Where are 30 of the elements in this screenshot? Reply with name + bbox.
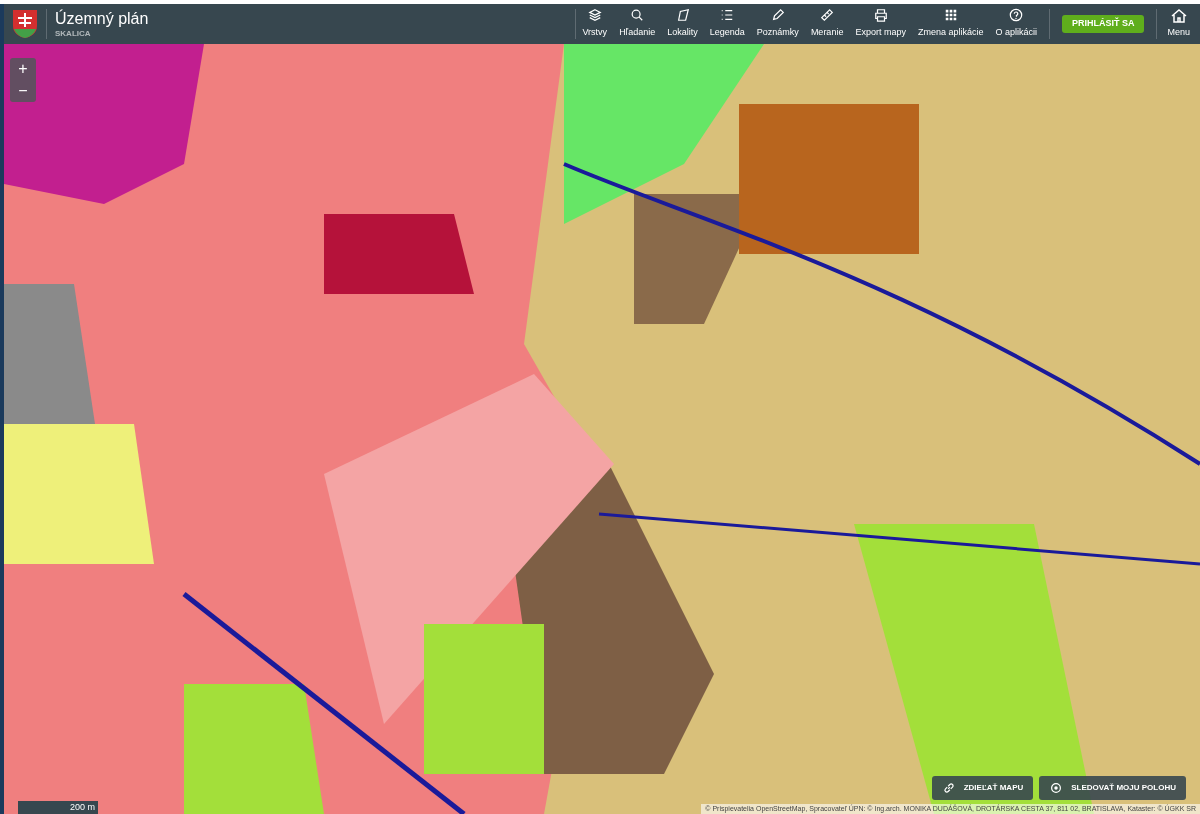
help-icon bbox=[1009, 8, 1024, 23]
toolbar-button[interactable]: Vrstvy bbox=[576, 4, 614, 44]
map-action-button[interactable]: ZDIEĽAŤ MAPU bbox=[931, 776, 1034, 800]
toolbar-button[interactable]: Legenda bbox=[703, 4, 751, 44]
zoom-in-button[interactable]: + bbox=[10, 58, 36, 80]
toolbar-button[interactable]: Export mapy bbox=[849, 4, 912, 44]
app-subtitle: SKALICA bbox=[55, 29, 92, 39]
toolbar-button[interactable]: Meranie bbox=[804, 4, 850, 44]
toolbar-button[interactable]: Zmena aplikácie bbox=[911, 4, 990, 44]
toolbar-button[interactable]: O aplikácii bbox=[989, 4, 1043, 44]
polygon-icon bbox=[675, 8, 690, 23]
layers-icon bbox=[587, 8, 602, 23]
link-icon bbox=[941, 781, 956, 795]
ruler-icon bbox=[820, 8, 835, 23]
printer-icon bbox=[873, 8, 888, 23]
list-icon bbox=[720, 8, 735, 23]
map-action-button[interactable]: SLEDOVAŤ MOJU POLOHU bbox=[1039, 776, 1186, 800]
home-icon bbox=[1170, 8, 1187, 23]
location-target-icon bbox=[1049, 781, 1064, 795]
coat-of-arms-icon bbox=[12, 9, 38, 39]
toolbar-button[interactable]: Lokality bbox=[661, 4, 704, 44]
grid-icon bbox=[943, 8, 958, 23]
menu-button[interactable]: Menu bbox=[1163, 8, 1194, 40]
search-icon bbox=[630, 8, 645, 23]
toolbar-button[interactable]: Poznámky bbox=[750, 4, 805, 44]
toolbar-button[interactable]: Hľadanie bbox=[613, 4, 662, 44]
scale-bar: 200 m bbox=[18, 801, 98, 814]
zoom-out-button[interactable]: − bbox=[10, 80, 36, 102]
app-title: Územný plán bbox=[55, 9, 149, 29]
pencil-icon bbox=[770, 8, 785, 23]
